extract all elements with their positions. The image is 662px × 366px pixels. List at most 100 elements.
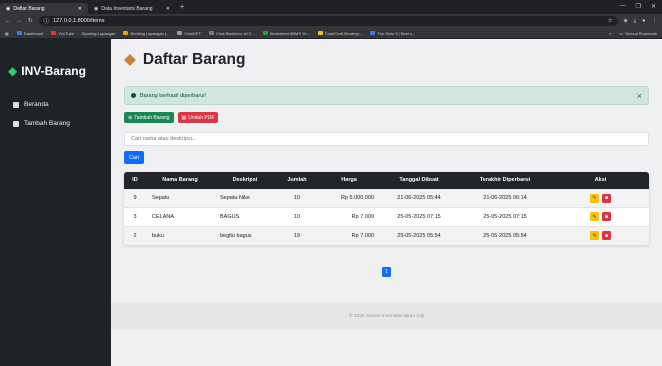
cell-actions: ✎ ■: [552, 207, 649, 226]
plus-circle-icon: ⊕: [128, 114, 133, 121]
bookmark-item[interactable]: Booking Lapangan: [82, 31, 115, 36]
trash-icon[interactable]: ■: [602, 212, 611, 222]
cell-created: 25-05-2025 07:15: [380, 207, 458, 226]
search-input[interactable]: Cari nama atau deskripsi...: [124, 132, 649, 146]
trash-icon[interactable]: ■: [602, 231, 611, 240]
search-button[interactable]: Cari: [124, 151, 144, 164]
edit-icon[interactable]: ✎: [590, 231, 599, 240]
extension-icon[interactable]: ◈: [624, 18, 628, 24]
col-actions: Aksi: [594, 177, 607, 184]
reload-icon[interactable]: ↻: [28, 18, 33, 24]
pdf-file-icon: ▤: [181, 114, 187, 121]
sidebar-item-label: Beranda: [24, 101, 49, 108]
bookmark-star-icon[interactable]: ☆: [608, 18, 613, 24]
cell-actions: ✎ ■: [552, 225, 649, 245]
profile-icon[interactable]: ●: [642, 18, 645, 24]
site-info-icon[interactable]: ⓘ: [44, 17, 50, 25]
page-bottom: [111, 330, 662, 366]
table-header: ID Nama Barang Deskripsi Jumlah Harga Ta…: [124, 172, 649, 189]
bookmark-item[interactable]: Worksheet 5BMS Yo...: [262, 31, 310, 36]
sidebar: ◆ INV-Barang Beranda Tambah Barang: [0, 39, 111, 366]
items-table: ID Nama Barang Deskripsi Jumlah Harga Ta…: [124, 172, 649, 245]
table-row: 9 Sepatu Sepatu Nike 10 Rp 5.000.000 21-…: [124, 188, 649, 208]
sidebar-item-tambah-barang[interactable]: Tambah Barang: [8, 120, 103, 127]
forward-icon[interactable]: →: [17, 18, 23, 24]
content: ◆ Daftar Barang Barang berhasil diperbar…: [111, 39, 662, 289]
bookmark-item[interactable]: YouTube: [51, 31, 74, 36]
dashboard-icon: [13, 101, 19, 108]
folder-icon: ▭: [619, 30, 624, 36]
page-1-button[interactable]: 1: [382, 266, 391, 277]
package-icon: ◆: [124, 51, 136, 68]
col-created: Tanggal Dibuat: [399, 177, 439, 184]
maximize-icon[interactable]: ❐: [636, 3, 641, 10]
browser-tab-active[interactable]: ◉ Daftar Barang ✕: [0, 3, 88, 14]
cell-updated: 25-05-2025 05:54: [458, 225, 552, 245]
favicon-icon: ◉: [94, 5, 99, 12]
add-item-button[interactable]: ⊕ Tambah Barang: [124, 112, 174, 123]
cell-qty: 10: [276, 188, 318, 208]
cell-price: Rp 5.000.000: [318, 188, 380, 208]
browser-tab[interactable]: ◉ Data Inventaris Barang ✕: [88, 3, 176, 14]
col-qty: Jumlah: [287, 177, 307, 184]
cell-id: 3: [124, 207, 146, 226]
close-window-icon[interactable]: ✕: [651, 3, 656, 10]
success-alert: Barang berhasil diperbarui! ×: [124, 86, 649, 105]
cell-desc: Sepatu Nike: [214, 188, 276, 208]
bookmark-item[interactable]: Chat Blackbox: AI C...: [208, 31, 255, 36]
sidebar-item-label: Tambah Barang: [24, 120, 70, 127]
pagination: 1: [124, 266, 649, 277]
cell-desc: BAGUS: [214, 207, 276, 226]
app-body: ◆ INV-Barang Beranda Tambah Barang ◆ Daf…: [0, 39, 662, 366]
tab-label: Daftar Barang: [13, 5, 45, 12]
footer: © 2025 Sistem Inventaris Bimo Adji: [111, 302, 662, 330]
edit-icon[interactable]: ✎: [590, 212, 599, 222]
all-bookmarks-folder[interactable]: ▭ Semua Bookmark: [619, 31, 657, 36]
close-tab-icon[interactable]: ✕: [166, 6, 170, 12]
alert-text: Barang berhasil diperbarui!: [140, 92, 207, 99]
sidebar-item-beranda[interactable]: Beranda: [8, 101, 103, 108]
brand[interactable]: ◆ INV-Barang: [8, 64, 103, 78]
bookmark-item[interactable]: Dashboard: [16, 31, 43, 36]
bookmark-item[interactable]: The Stoic 3 | Best s...: [370, 31, 415, 36]
download-pdf-button[interactable]: ▤ Unduh PDF: [177, 112, 219, 123]
action-buttons: ⊕ Tambah Barang ▤ Unduh PDF: [124, 112, 649, 123]
minimize-icon[interactable]: —: [620, 3, 626, 10]
table-row: 3 CELANA BAGUS 10 Rp 7.000 25-05-2025 07…: [124, 207, 649, 226]
cell-name: Sepatu: [146, 188, 214, 208]
address-toolbar: ← → ↻ ⓘ 127.0.0.1:8000/items ☆ ◈ ⤓ ● ⋮: [0, 14, 662, 28]
cell-name: CELANA: [146, 207, 214, 226]
cell-desc: begitu bagus: [214, 225, 276, 245]
apps-icon[interactable]: ▦: [5, 31, 9, 36]
browser-tab-strip: ◉ Daftar Barang ✕ ◉ Data Inventaris Bara…: [0, 0, 662, 14]
url-bar[interactable]: ⓘ 127.0.0.1:8000/items ☆: [38, 16, 618, 26]
close-icon[interactable]: ×: [637, 91, 642, 101]
col-desc: Deskripsi: [232, 177, 258, 184]
add-box-icon: [13, 120, 19, 127]
favicon-icon: ◉: [6, 5, 11, 12]
col-id: ID: [132, 177, 138, 184]
bookmark-item[interactable]: CodeCraft Montrep...: [317, 31, 362, 36]
cell-name: buku: [146, 225, 214, 245]
menu-icon[interactable]: ⋮: [652, 18, 658, 24]
edit-icon[interactable]: ✎: [590, 193, 599, 203]
bookmark-item[interactable]: Booking Lapangan |...: [123, 31, 169, 36]
cell-actions: ✎ ■: [552, 188, 649, 208]
bookmark-item[interactable]: ChatGPT: [177, 31, 201, 36]
page-title: ◆ Daftar Barang: [124, 50, 246, 69]
back-icon[interactable]: ←: [5, 18, 11, 24]
downloads-icon[interactable]: ⤓: [634, 18, 636, 25]
trash-icon[interactable]: ■: [602, 193, 611, 203]
check-circle-icon: [131, 93, 136, 98]
col-name: Nama Barang: [162, 177, 198, 184]
more-bookmarks-icon[interactable]: »: [609, 31, 611, 36]
col-price: Harga: [341, 177, 357, 184]
close-tab-icon[interactable]: ✕: [78, 6, 82, 12]
cell-updated: 21-06-2025 06:14: [458, 188, 552, 208]
cell-id: 9: [124, 188, 146, 208]
new-tab-button[interactable]: +: [180, 4, 184, 11]
cell-qty: 10: [276, 207, 318, 226]
cell-price: Rp 7.000: [318, 225, 380, 245]
footer-text: © 2025 Sistem Inventaris Bimo Adji: [349, 313, 424, 319]
main-area: ◆ Daftar Barang Barang berhasil diperbar…: [111, 39, 662, 366]
